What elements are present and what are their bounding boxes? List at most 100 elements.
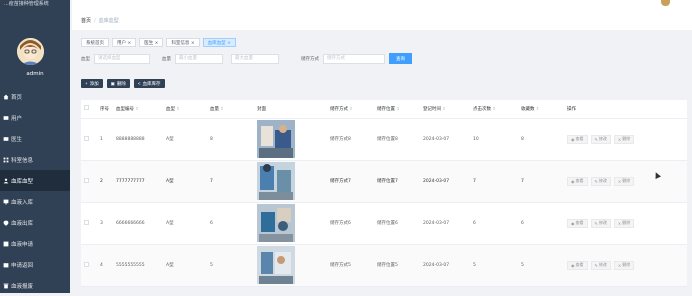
sidebar-item-label: 血库血型 (11, 178, 34, 185)
breadcrumb-home[interactable]: 首页 (81, 18, 91, 24)
avatar[interactable] (17, 38, 44, 65)
sidebar-item-label: 首页 (11, 94, 23, 101)
sidebar-item-department[interactable]: 科室信息 (0, 149, 70, 170)
sort-icon: ⇕ (492, 106, 496, 112)
doctor-icon (2, 135, 9, 142)
sidebar-item-doctor[interactable]: 医生 (0, 128, 70, 149)
edit-button[interactable]: ✎ 修改 (590, 176, 611, 186)
row-checkbox[interactable] (84, 219, 89, 225)
tab-bar: 系统首页 用户 × 医生 × 科室信息 × 血库血型 × (81, 38, 236, 47)
view-button[interactable]: ◉ 查看 (567, 134, 588, 144)
edit-icon: ✎ (594, 262, 598, 268)
close-icon[interactable]: × (191, 41, 195, 46)
row-delete-button[interactable]: × 删除 (613, 134, 635, 144)
trash-icon: ▣ (110, 80, 115, 86)
max-count-input[interactable]: 最大血量 (231, 53, 279, 64)
box-icon (2, 261, 9, 268)
sidebar-item-label: 用户 (11, 115, 23, 122)
search-button[interactable]: 查询 (389, 53, 412, 64)
edit-button[interactable]: ✎ 修改 (590, 260, 611, 270)
header-amount[interactable]: 血量⇕ (207, 100, 254, 119)
sort-icon: ⇕ (535, 106, 540, 112)
plus-icon: + (85, 81, 88, 86)
header-code[interactable]: 血型编号⇕ (113, 100, 163, 119)
tab-label: 血库血型 (207, 41, 226, 46)
row-delete-button[interactable]: × 删除 (613, 176, 635, 186)
cell-type: A型 (163, 118, 207, 161)
cell-index: 3 (97, 202, 113, 245)
sidebar-item-label: 科室信息 (11, 157, 34, 164)
sort-icon: ⇕ (442, 106, 446, 112)
select-all-checkbox[interactable] (81, 100, 97, 119)
storage-input[interactable]: 储存方式 (323, 53, 385, 64)
edit-button[interactable]: ✎ 修改 (590, 134, 611, 144)
cover-image[interactable] (257, 204, 295, 242)
row-delete-button[interactable]: × 删除 (613, 218, 635, 228)
sidebar-item-label: 申请返回 (11, 262, 34, 269)
header-index: 序号 (97, 100, 113, 119)
close-icon[interactable]: × (155, 41, 159, 46)
close-icon: × (617, 262, 622, 268)
breadcrumb: 首页 / 血库血型 (81, 17, 119, 24)
close-icon[interactable]: × (227, 41, 231, 46)
export-button[interactable]: < 血库库存 (133, 79, 165, 88)
sidebar-item-apply-return[interactable]: 申请返回 (0, 254, 70, 275)
header-clicks[interactable]: 点击次数⇕ (470, 100, 518, 119)
cover-image[interactable] (257, 120, 295, 158)
user-avatar[interactable] (661, 0, 670, 6)
count-label: 血量 (162, 56, 171, 62)
view-button[interactable]: ◉ 查看 (567, 260, 588, 270)
header-type[interactable]: 血型⇕ (163, 100, 207, 119)
cell-storage: 储存方式5 (327, 244, 374, 287)
sidebar-item-blood-apply[interactable]: 血液申请 (0, 233, 70, 254)
sidebar-item-blood-type[interactable]: 血库血型 (0, 170, 70, 191)
min-count-input[interactable]: 最小血量 (175, 53, 223, 64)
cell-cover[interactable] (254, 202, 327, 245)
tab-doctor[interactable]: 医生 × (139, 38, 164, 47)
view-button[interactable]: ◉ 查看 (567, 176, 588, 186)
table-row: 2 7777777777 A型 7 储存方式7 储存位置7 2024-03-07… (81, 160, 687, 203)
header-date[interactable]: 登记时间⇕ (420, 100, 470, 119)
sidebar-item-home[interactable]: 首页 (0, 86, 70, 107)
delete-button[interactable]: ▣ 删除 (106, 79, 130, 88)
sidebar-item-blood-in[interactable]: 血液入库 (0, 191, 70, 212)
tab-home[interactable]: 系统首页 (81, 38, 109, 47)
header-location[interactable]: 储存位置⇕ (374, 100, 420, 119)
edit-icon: ✎ (594, 136, 598, 142)
sidebar-item-blood-out[interactable]: 血液出库 (0, 212, 70, 233)
cell-cover[interactable] (254, 244, 327, 287)
close-icon[interactable]: × (127, 41, 131, 46)
tab-department[interactable]: 科室信息 × (166, 38, 200, 47)
cover-image[interactable] (257, 162, 295, 200)
row-delete-button[interactable]: × 删除 (613, 260, 635, 270)
row-checkbox[interactable] (84, 261, 89, 267)
sidebar-item-user[interactable]: 用户 (0, 107, 70, 128)
sort-icon: ⇕ (135, 106, 139, 112)
cell-amount: 6 (207, 202, 254, 245)
person-icon (2, 177, 9, 184)
trash-icon (2, 282, 9, 289)
header-fav[interactable]: 收藏数⇕ (518, 100, 564, 119)
cell-date: 2024-03-07 (420, 118, 470, 161)
cell-cover[interactable] (254, 160, 327, 203)
cell-type: A型 (163, 202, 207, 245)
eye-icon: ◉ (571, 262, 575, 268)
cover-image[interactable] (257, 246, 295, 284)
blood-type-select[interactable]: 请选择血型 (94, 53, 150, 64)
tab-user[interactable]: 用户 × (112, 38, 137, 47)
cell-fav: 7 (518, 160, 564, 203)
row-checkbox[interactable] (84, 135, 89, 141)
blood-type-label: 血型 (81, 56, 90, 62)
cell-clicks: 5 (470, 244, 518, 287)
tab-blood-type[interactable]: 血库血型 × (202, 38, 236, 47)
header-storage[interactable]: 储存方式⇕ (327, 100, 374, 119)
sidebar-item-label: 血液报废 (11, 283, 34, 290)
cell-fav: 5 (518, 244, 564, 287)
cell-index: 2 (97, 160, 113, 203)
cell-cover[interactable] (254, 118, 327, 161)
edit-button[interactable]: ✎ 修改 (590, 218, 611, 228)
row-checkbox[interactable] (84, 177, 89, 183)
add-button[interactable]: + 添加 (81, 79, 103, 88)
view-button[interactable]: ◉ 查看 (567, 218, 588, 228)
delete-button-label: 删除 (116, 80, 126, 86)
